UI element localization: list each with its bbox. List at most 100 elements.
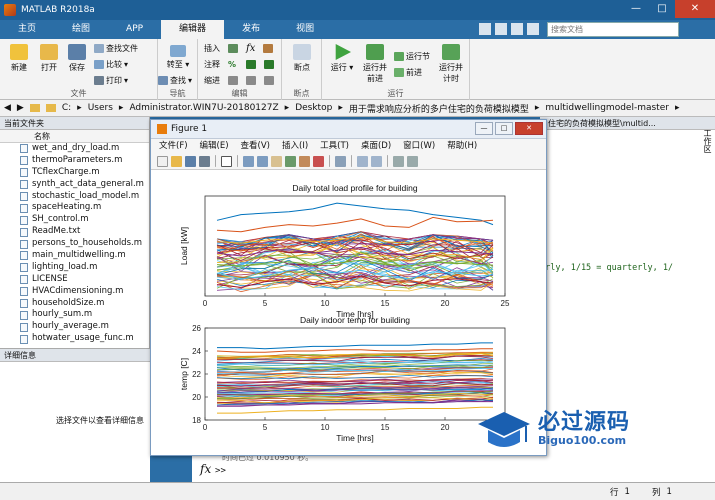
back-icon[interactable]: ◀ — [4, 103, 11, 113]
legend-icon[interactable] — [371, 155, 382, 167]
edit-group: 插入 fx 注释% 缩进 编辑 — [198, 39, 282, 100]
open-figure-icon[interactable] — [171, 155, 182, 167]
y-tick-label: 26 — [192, 324, 201, 333]
file-list: wet_and_dry_load.m thermoParameters.m TC… — [0, 143, 149, 345]
list-item[interactable]: HVACdimensioning.m — [0, 286, 149, 298]
list-item[interactable]: stochastic_load_model.m — [0, 191, 149, 203]
data-cursor-icon[interactable] — [299, 155, 310, 167]
new-figure-icon[interactable] — [157, 155, 168, 167]
menu-tools[interactable]: 工具(T) — [320, 139, 349, 153]
list-item[interactable]: thermoParameters.m — [0, 155, 149, 167]
tab-apps[interactable]: APP — [108, 20, 161, 39]
list-item[interactable]: lighting_load.m — [0, 262, 149, 274]
figure-maximize-button[interactable]: □ — [495, 122, 513, 135]
path-segment[interactable]: Administrator.WIN7U-20180127Z — [129, 103, 278, 113]
list-item[interactable]: hourly_sum.m — [0, 309, 149, 321]
figure-minimize-button[interactable]: — — [475, 122, 493, 135]
advance-button[interactable]: 前进 — [394, 67, 422, 78]
colorbar-icon[interactable] — [357, 155, 368, 167]
list-item[interactable]: TCflexCharge.m — [0, 167, 149, 179]
open-button[interactable]: 打开 — [36, 44, 62, 73]
list-item[interactable]: hotwater_usage_func.m — [0, 333, 149, 345]
find-files-button[interactable]: 查找文件 — [94, 43, 138, 54]
menu-desktop[interactable]: 桌面(D) — [361, 139, 391, 153]
menu-insert[interactable]: 插入(I) — [282, 139, 308, 153]
list-item[interactable]: householdSize.m — [0, 298, 149, 310]
zoom-out-icon[interactable] — [257, 155, 268, 167]
advance-icon — [394, 68, 404, 77]
col-value: 1 — [666, 486, 672, 497]
forward-icon[interactable]: ▶ — [17, 103, 24, 113]
print-button[interactable]: 打印 ▾ — [94, 75, 128, 86]
browse-icon[interactable] — [45, 104, 56, 112]
search-docs-input[interactable]: 搜索文档 — [547, 22, 679, 37]
save-quick-icon[interactable] — [479, 23, 491, 35]
brush-icon[interactable] — [313, 155, 324, 167]
menu-window[interactable]: 窗口(W) — [403, 139, 435, 153]
help-quick-icon[interactable] — [527, 23, 539, 35]
x-tick-label: 10 — [321, 423, 330, 432]
pointer-icon[interactable] — [221, 155, 232, 167]
link-plot-icon[interactable] — [335, 155, 346, 167]
indent-button[interactable]: 缩进 — [204, 75, 274, 86]
menu-edit[interactable]: 编辑(E) — [200, 139, 229, 153]
print-icon — [94, 76, 104, 85]
file-icon — [20, 239, 28, 249]
tab-home[interactable]: 主页 — [0, 20, 54, 39]
new-button[interactable]: 新建 — [6, 44, 32, 73]
list-item[interactable]: wet_and_dry_load.m — [0, 143, 149, 155]
list-item[interactable]: synth_act_data_general.m — [0, 179, 149, 191]
save-figure-icon[interactable] — [185, 155, 196, 167]
tab-view[interactable]: 视图 — [278, 20, 332, 39]
nav-group: 转至 ▾ 查找 ▾ 导航 — [158, 39, 198, 100]
tab-editor[interactable]: 编辑器 — [161, 20, 225, 39]
goto-button[interactable]: 转至 ▾ — [162, 45, 194, 70]
path-segment[interactable]: C: — [62, 103, 71, 113]
name-column-header[interactable]: 名称 — [0, 130, 149, 143]
hide-plot-tools-icon[interactable] — [393, 155, 404, 167]
list-item[interactable]: ReadMe.txt — [0, 226, 149, 238]
list-item[interactable]: main_multidwelling.m — [0, 250, 149, 262]
undo-quick-icon[interactable] — [495, 23, 507, 35]
show-plot-tools-icon[interactable] — [407, 155, 418, 167]
figure-close-button[interactable]: ✕ — [515, 122, 543, 135]
path-segment[interactable]: Desktop — [295, 103, 332, 113]
goto-icon — [170, 45, 186, 57]
workspace-vertical-tab[interactable]: 工作区 — [702, 129, 713, 153]
menu-file[interactable]: 文件(F) — [159, 139, 188, 153]
path-segment[interactable]: 用于需求响应分析的多户住宅的负荷模拟模型 — [349, 102, 529, 115]
run-time-icon — [442, 44, 460, 60]
nav-group-label: 导航 — [169, 89, 186, 98]
find-button[interactable]: 查找 ▾ — [158, 75, 192, 86]
print-figure-icon[interactable] — [199, 155, 210, 167]
compare-button[interactable]: 比较 ▾ — [94, 59, 128, 70]
run-and-advance-button[interactable]: 运行并 前进 — [360, 44, 390, 84]
list-item[interactable]: spaceHeating.m — [0, 202, 149, 214]
close-button[interactable]: ✕ — [675, 0, 715, 18]
path-segment[interactable]: Users — [88, 103, 113, 113]
maximize-button[interactable]: □ — [649, 0, 675, 18]
comment-button[interactable]: 注释% — [204, 59, 275, 70]
path-segment[interactable]: multidwellingmodel-master — [545, 103, 669, 113]
list-item[interactable]: SH_control.m — [0, 214, 149, 226]
up-folder-icon[interactable] — [29, 104, 40, 112]
pan-icon[interactable] — [271, 155, 282, 167]
minimize-button[interactable]: — — [623, 0, 649, 18]
list-item[interactable]: LICENSE — [0, 274, 149, 286]
tab-publish[interactable]: 发布 — [224, 20, 278, 39]
zoom-in-icon[interactable] — [243, 155, 254, 167]
rotate-icon[interactable] — [285, 155, 296, 167]
breakpoint-button[interactable]: 断点 — [288, 44, 316, 73]
insert-button[interactable]: 插入 fx — [204, 43, 274, 54]
redo-quick-icon[interactable] — [511, 23, 523, 35]
menu-view[interactable]: 查看(V) — [241, 139, 270, 153]
menu-help[interactable]: 帮助(H) — [447, 139, 477, 153]
save-button[interactable]: 保存 — [64, 44, 90, 73]
ribbon-tabs: 主页 绘图 APP 编辑器 发布 视图 搜索文档 — [0, 20, 715, 39]
run-button[interactable]: 运行 ▾ — [328, 44, 356, 73]
tab-plots[interactable]: 绘图 — [54, 20, 108, 39]
list-item[interactable]: persons_to_households.m — [0, 238, 149, 250]
list-item[interactable]: hourly_average.m — [0, 321, 149, 333]
run-and-time-button[interactable]: 运行并 计时 — [436, 44, 466, 84]
run-section-button[interactable]: 运行节 — [394, 51, 430, 62]
